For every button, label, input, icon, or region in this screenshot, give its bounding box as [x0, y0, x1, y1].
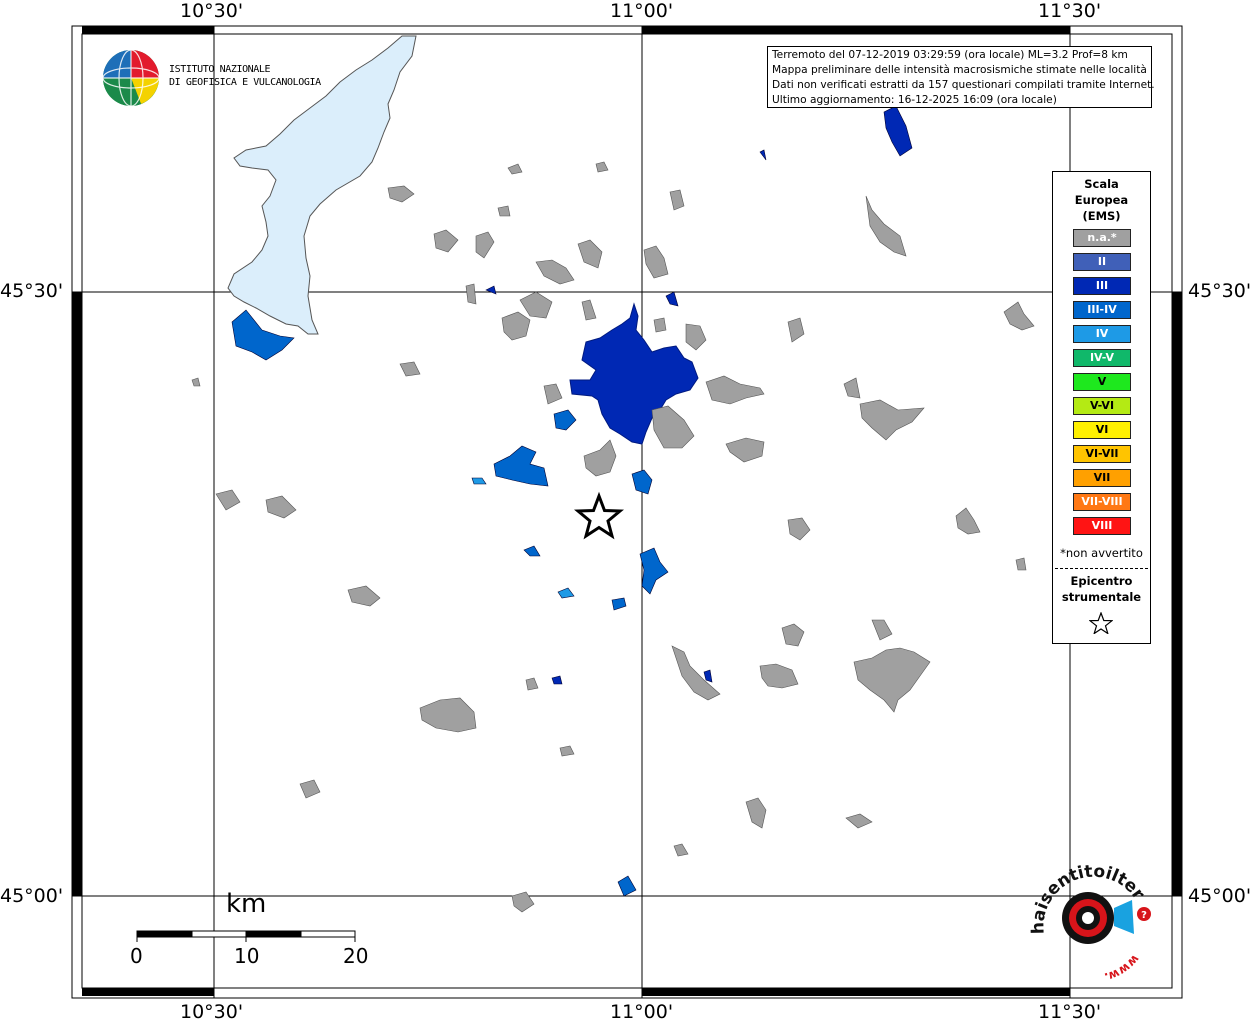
legend-note: *non avvertito	[1060, 546, 1143, 560]
lon-label-bottom-1030: 10°30'	[180, 1001, 244, 1023]
event-info-line3: Dati non verificati estratti da 157 ques…	[772, 79, 1155, 91]
lat-label-right-4500: 45°00'	[1188, 885, 1252, 907]
legend-title-2: Europea	[1074, 193, 1129, 207]
lon-label-top-1130: 11°30'	[1038, 0, 1102, 22]
lon-label-bottom-1100: 11°00'	[610, 1001, 674, 1023]
scale-tick-10: 10	[234, 944, 260, 968]
event-info-line1: Terremoto del 07-12-2019 03:29:59 (ora l…	[772, 49, 1128, 61]
legend-level-viii: VIII	[1073, 517, 1131, 535]
event-info-line2: Mappa preliminare delle intensità macros…	[772, 64, 1147, 76]
ems-legend: Scala Europea (EMS) n.a.* II III III-IV IV IV…	[1052, 171, 1151, 644]
lon-label-top-1100: 11°00'	[610, 0, 674, 22]
svg-text:www.: www.	[1103, 952, 1143, 984]
legend-divider	[1055, 568, 1148, 569]
globe-icon	[102, 49, 160, 107]
legend-level-iii: III	[1073, 277, 1131, 295]
star-icon	[1089, 612, 1113, 634]
legend-level-vii: VII	[1073, 469, 1131, 487]
scale-unit: km	[226, 889, 267, 919]
legend-level-n-a-: n.a.*	[1073, 229, 1131, 247]
legend-level-vii-viii: VII-VIII	[1073, 493, 1131, 511]
lat-label-left-4530: 45°30'	[0, 280, 64, 302]
institute-name-line2: DI GEOFISICA E VULCANOLOGIA	[169, 77, 321, 88]
legend-level-ii: II	[1073, 253, 1131, 271]
legend-level-iv: IV	[1073, 325, 1131, 343]
lon-label-bottom-1130: 11°30'	[1038, 1001, 1102, 1023]
institute-name-line1: ISTITUTO NAZIONALE	[169, 64, 271, 75]
scale-tick-0: 0	[130, 944, 143, 968]
legend-level-v: V	[1073, 373, 1131, 391]
legend-title-3: (EMS)	[1082, 209, 1121, 223]
svg-text:?: ?	[1141, 910, 1147, 921]
legend-epicenter-1: Epicentro	[1070, 574, 1133, 588]
lat-label-left-4500: 45°00'	[0, 885, 64, 907]
lat-label-right-4530: 45°30'	[1188, 280, 1252, 302]
legend-epicenter-2: strumentale	[1061, 590, 1142, 604]
legend-level-v-vi: V-VI	[1073, 397, 1131, 415]
lon-label-top-1030: 10°30'	[180, 0, 244, 22]
hsi-logo-url: www.	[1103, 952, 1143, 984]
legend-level-vi-vii: VI-VII	[1073, 445, 1131, 463]
legend-title-1: Scala	[1084, 177, 1119, 191]
ingv-logo: ISTITUTO NAZIONALE DI GEOFISICA E VULCAN…	[101, 48, 321, 108]
legend-level-iv-v: IV-V	[1073, 349, 1131, 367]
scale-tick-20: 20	[343, 944, 369, 968]
legend-level-iii-iv: III-IV	[1073, 301, 1131, 319]
legend-level-vi: VI	[1073, 421, 1131, 439]
hsi-logo: ? haisentitoilterremoto.it www.	[1021, 847, 1160, 992]
event-info-line4: Ultimo aggiornamento: 16-12-2025 16:09 (…	[772, 94, 1057, 106]
event-info-box: Terremoto del 07-12-2019 03:29:59 (ora l…	[767, 46, 1155, 108]
